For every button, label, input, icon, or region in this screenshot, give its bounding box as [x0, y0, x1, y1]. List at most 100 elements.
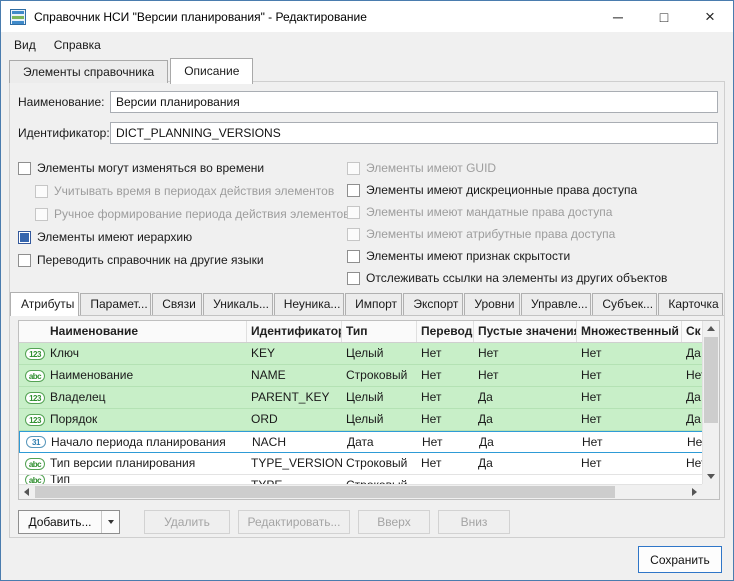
attr-type: Строковый [342, 453, 417, 474]
table-row[interactable]: 123Ключ KEY Целый Нет Нет Нет Да [19, 343, 719, 365]
table-row[interactable]: abcТип версии планирования TYPE_VERSION … [19, 453, 719, 475]
table-row[interactable]: abcНаименование NAME Строковый Нет Нет Н… [19, 365, 719, 387]
checkbox-discretionary-access-rights[interactable]: Элементы имеют дискреционные права досту… [347, 182, 667, 198]
scroll-down-icon[interactable] [703, 469, 719, 484]
tab-import[interactable]: Импорт [345, 293, 402, 315]
checkbox-box [35, 208, 48, 221]
attr-multiple: Нет [577, 453, 682, 474]
checkbox-box [347, 250, 360, 263]
attr-id: PARENT_KEY [247, 387, 342, 408]
col-header-empty-values[interactable]: Пустые значения [474, 321, 577, 342]
horizontal-scroll-thumb[interactable] [35, 486, 615, 498]
checkbox-elements-have-hierarchy[interactable]: Элементы имеют иерархию [18, 229, 350, 245]
app-icon [10, 9, 26, 25]
save-button[interactable]: Сохранить [638, 546, 722, 573]
identifier-label: Идентификатор: [18, 122, 110, 144]
table-row-selected[interactable]: 31Начало периода планирования NACH Дата … [19, 431, 719, 453]
col-header-translate[interactable]: Перевод [417, 321, 474, 342]
checkbox-manual-period-forming[interactable]: Ручное формирование периода действия эле… [35, 206, 350, 222]
tab-management[interactable]: Управле... [521, 293, 591, 315]
close-icon[interactable]: × [687, 1, 733, 32]
checkbox-consider-time-in-periods[interactable]: Учитывать время в периодах действия элем… [35, 183, 350, 199]
description-page: Наименование: Идентификатор: Элементы мо… [9, 81, 725, 538]
tab-unique-keys[interactable]: Уникаль... [203, 293, 273, 315]
scroll-up-icon[interactable] [703, 321, 719, 336]
checkbox-track-references[interactable]: Отслеживать ссылки на элементы из других… [347, 270, 667, 286]
tab-description[interactable]: Описание [170, 58, 253, 84]
attr-empty: Да [474, 387, 577, 408]
int-type-icon: 123 [25, 392, 45, 404]
col-header-name[interactable]: Наименование [19, 321, 247, 342]
tab-nonunique-keys[interactable]: Неуника... [274, 293, 344, 315]
attr-name: Начало периода планирования [51, 432, 226, 452]
checkbox-box [35, 185, 48, 198]
dictionary-editor-window: Справочник НСИ "Версии планирования" - Р… [0, 0, 734, 581]
tab-links[interactable]: Связи [152, 293, 202, 315]
attr-type: Целый [342, 343, 417, 364]
tab-levels[interactable]: Уровни [464, 293, 520, 315]
attr-name: Владелец [50, 387, 106, 408]
attr-name: Тип версии планирования [50, 453, 195, 474]
col-header-multiple[interactable]: Множественный [577, 321, 682, 342]
delete-button[interactable]: Удалить [144, 510, 230, 534]
edit-button[interactable]: Редактировать... [238, 510, 350, 534]
scroll-right-icon[interactable] [687, 485, 702, 499]
add-dropdown-icon[interactable] [102, 520, 119, 524]
col-header-type[interactable]: Тип [342, 321, 417, 342]
col-header-identifier[interactable]: Идентификатор [247, 321, 342, 342]
checkbox-hidden-flag[interactable]: Элементы имеют признак скрытости [347, 248, 667, 264]
maximize-icon[interactable]: □ [641, 1, 687, 32]
attr-translate: Нет [417, 343, 474, 364]
attr-name: Порядок [50, 409, 97, 430]
attr-name: Тип [50, 475, 70, 484]
menu-view[interactable]: Вид [5, 34, 45, 56]
checkbox-elements-have-guid[interactable]: Элементы имеют GUID [347, 160, 667, 176]
checkbox-attribute-access-rights[interactable]: Элементы имеют атрибутные права доступа [347, 226, 667, 242]
horizontal-scrollbar[interactable] [19, 484, 702, 499]
string-type-icon: abc [25, 475, 45, 484]
vertical-scrollbar[interactable] [702, 321, 719, 484]
attr-id: NACH [248, 432, 343, 452]
table-row[interactable]: 123Порядок ORD Целый Нет Да Нет Да [19, 409, 719, 431]
menubar: Вид Справка [1, 32, 733, 57]
tab-dictionary-elements[interactable]: Элементы справочника [9, 60, 168, 83]
checkbox-mandatory-access-rights[interactable]: Элементы имеют мандатные права доступа [347, 204, 667, 220]
attr-empty: Да [474, 409, 577, 430]
checkbox-box [18, 231, 31, 244]
attr-translate: Нет [417, 365, 474, 386]
scroll-left-icon[interactable] [19, 485, 34, 499]
checkbox-box [18, 254, 31, 267]
vertical-scroll-thumb[interactable] [704, 337, 718, 423]
attr-translate [417, 475, 474, 484]
tab-subjects[interactable]: Субъек... [592, 293, 657, 315]
attr-name: Наименование [50, 365, 133, 386]
move-up-button[interactable]: Вверх [358, 510, 430, 534]
attr-id: NAME [247, 365, 342, 386]
attr-type: Строковый [342, 365, 417, 386]
tab-attributes[interactable]: Атрибуты [10, 292, 79, 316]
checkbox-box [347, 228, 360, 241]
tab-card[interactable]: Карточка [658, 293, 723, 315]
move-down-button[interactable]: Вниз [438, 510, 510, 534]
attr-type: Дата [343, 432, 418, 452]
checkbox-translate-dictionary[interactable]: Переводить справочник на другие языки [18, 252, 350, 268]
checkbox-box [347, 184, 360, 197]
menu-help[interactable]: Справка [45, 34, 110, 56]
scrollbar-corner [702, 484, 719, 499]
date-type-icon: 31 [26, 436, 46, 448]
checkbox-elements-change-in-time[interactable]: Элементы могут изменяться во времени [18, 160, 350, 176]
attr-id: TYPE [247, 475, 342, 484]
attr-translate: Нет [418, 432, 475, 452]
add-button[interactable]: Добавить... [18, 510, 120, 534]
minimize-icon[interactable]: ─ [595, 1, 641, 32]
tab-export[interactable]: Экспорт [403, 293, 463, 315]
table-row[interactable]: 123Владелец PARENT_KEY Целый Нет Да Нет … [19, 387, 719, 409]
int-type-icon: 123 [25, 414, 45, 426]
checkbox-box [18, 162, 31, 175]
int-type-icon: 123 [25, 348, 45, 360]
name-input[interactable] [110, 91, 718, 113]
grid-actions: Добавить... Удалить Редактировать... Вве… [18, 510, 510, 534]
identifier-input[interactable] [110, 122, 718, 144]
attr-empty: Нет [474, 365, 577, 386]
tab-parameters[interactable]: Парамет... [80, 293, 151, 315]
